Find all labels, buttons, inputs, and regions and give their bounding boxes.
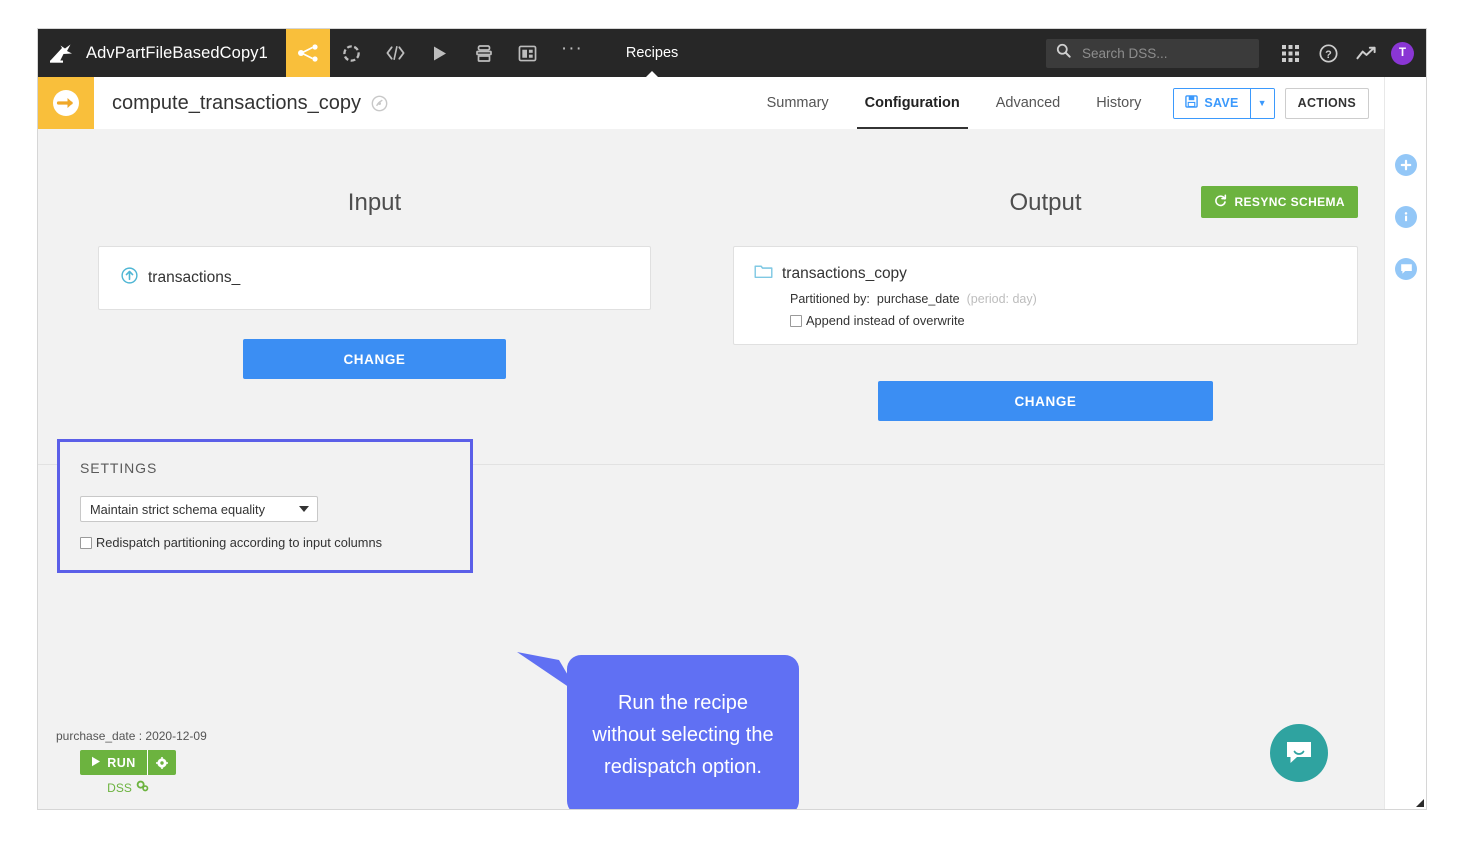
flow-icon[interactable]	[285, 29, 330, 77]
input-change-button[interactable]: CHANGE	[243, 339, 506, 379]
schema-mode-value: Maintain strict schema equality	[90, 501, 265, 517]
refresh-icon	[1214, 194, 1227, 210]
dashboards-icon[interactable]	[506, 29, 550, 77]
partition-value: purchase_date	[876, 292, 960, 306]
page-title: compute_transactions_copy	[112, 91, 362, 114]
output-dataset-card[interactable]: transactions_copy Partitioned by: purcha…	[733, 246, 1358, 345]
nav-section-recipes[interactable]: Recipes	[620, 29, 684, 78]
resync-schema-label: RESYNC SCHEMA	[1234, 195, 1345, 209]
recipe-tabs: Summary Configuration Advanced History	[749, 77, 1160, 129]
append-checkbox-label: Append instead of overwrite	[806, 313, 965, 328]
navbar-icon-group: ···	[285, 29, 594, 77]
project-name[interactable]: AdvPartFileBasedCopy1	[86, 44, 268, 63]
save-dropdown-caret[interactable]: ▼	[1249, 88, 1274, 118]
schema-mode-select[interactable]: Maintain strict schema equality	[80, 496, 318, 522]
input-dataset-card[interactable]: transactions_	[98, 246, 651, 310]
header-actions: SAVE ▼ ACTIONS	[1159, 87, 1385, 119]
top-navbar: AdvPartFileBasedCopy1 ··· Recipes Search…	[38, 29, 1426, 78]
engine-gears-icon	[136, 780, 149, 795]
resync-schema-button[interactable]: RESYNC SCHEMA	[1201, 186, 1358, 218]
add-plus-icon[interactable]	[1395, 154, 1417, 176]
recipe-status-icon[interactable]	[371, 95, 388, 112]
partition-period: (period: day)	[966, 292, 1037, 306]
info-icon[interactable]	[1395, 206, 1417, 228]
input-column: Input transactions_ CHANGE	[38, 129, 711, 421]
discussions-chat-icon[interactable]	[1395, 258, 1417, 280]
dataiku-bird-logo[interactable]	[38, 29, 84, 77]
redispatch-checkbox[interactable]	[80, 536, 92, 549]
input-heading: Input	[347, 189, 402, 216]
app-window: AdvPartFileBasedCopy1 ··· Recipes Search…	[37, 28, 1427, 810]
append-checkbox-row[interactable]: Append instead of overwrite	[790, 313, 1339, 328]
output-change-wrapper: CHANGE	[733, 381, 1358, 421]
run-settings-gear-icon[interactable]	[147, 750, 176, 775]
folder-dataset-icon	[754, 263, 773, 284]
search-icon	[1056, 43, 1071, 63]
navbar-right-group: ? T	[1046, 29, 1426, 77]
output-change-button[interactable]: CHANGE	[878, 381, 1213, 421]
apps-grid-icon[interactable]	[1271, 29, 1309, 77]
callout-bubble: Run the recipe without selecting the red…	[567, 655, 799, 809]
io-row: Input transactions_ CHANGE Output RESYNC…	[38, 129, 1384, 421]
save-button[interactable]: SAVE	[1174, 88, 1250, 118]
intercom-chat-icon[interactable]	[1270, 724, 1328, 782]
settings-title: SETTINGS	[80, 460, 158, 476]
output-column: Output RESYNC SCHEMA transactions_copy P…	[711, 129, 1384, 421]
redispatch-checkbox-label: Redispatch partitioning according to inp…	[96, 535, 382, 550]
right-rail	[1384, 77, 1426, 809]
jobs-play-icon[interactable]	[418, 29, 462, 77]
actions-button[interactable]: ACTIONS	[1284, 87, 1369, 119]
run-button[interactable]: RUN	[80, 750, 147, 775]
output-partition-line: Partitioned by: purchase_date (period: d…	[790, 292, 1339, 306]
tab-advanced[interactable]: Advanced	[978, 77, 1079, 129]
recipe-header: compute_transactions_copy Summary Config…	[38, 77, 1426, 130]
run-area: purchase_date : 2020-12-09 RUN DSS	[56, 729, 207, 795]
run-engine-row[interactable]: DSS	[80, 780, 176, 795]
lab-icon[interactable]	[330, 29, 374, 77]
input-dataset-upload-icon	[121, 267, 138, 289]
help-question-icon[interactable]: ?	[1309, 29, 1347, 77]
avatar[interactable]: T	[1391, 41, 1414, 65]
tab-history[interactable]: History	[1078, 77, 1159, 129]
run-button-label: RUN	[107, 755, 136, 770]
tab-configuration[interactable]: Configuration	[847, 77, 978, 129]
notebooks-icon[interactable]	[462, 29, 506, 77]
run-engine-label: DSS	[107, 780, 132, 795]
settings-panel: SETTINGS Maintain strict schema equality…	[57, 439, 473, 573]
trend-line-icon[interactable]	[1347, 29, 1385, 77]
save-button-group: SAVE ▼	[1173, 87, 1275, 119]
save-button-label: SAVE	[1204, 96, 1239, 110]
more-ellipsis-icon[interactable]: ···	[550, 29, 594, 81]
search-input[interactable]	[1080, 44, 1234, 62]
svg-text:?: ?	[1325, 48, 1332, 60]
nav-section-label-text: Recipes	[625, 45, 679, 61]
search-box[interactable]	[1046, 38, 1259, 68]
tab-summary[interactable]: Summary	[749, 77, 847, 129]
append-checkbox[interactable]	[790, 314, 802, 327]
sync-recipe-arrow-icon	[38, 77, 94, 129]
output-dataset-head: transactions_copy	[754, 263, 1339, 284]
recipe-configuration-body: Input transactions_ CHANGE Output RESYNC…	[38, 129, 1384, 809]
partition-label: Partitioned by:	[790, 292, 870, 306]
run-button-group: RUN	[80, 750, 176, 775]
code-icon[interactable]	[374, 29, 418, 77]
play-icon	[91, 756, 101, 770]
input-change-wrapper: CHANGE	[98, 339, 651, 379]
output-dataset-name: transactions_copy	[782, 264, 907, 282]
screenshot-root: AdvPartFileBasedCopy1 ··· Recipes Search…	[0, 0, 1466, 842]
input-dataset-name: transactions_	[148, 269, 241, 286]
floppy-save-icon	[1185, 95, 1199, 111]
redispatch-checkbox-row[interactable]: Redispatch partitioning according to inp…	[80, 535, 450, 550]
run-partition-text: purchase_date : 2020-12-09	[56, 729, 207, 743]
callout-text: Run the recipe without selecting the red…	[592, 692, 774, 778]
chevron-down-icon	[299, 506, 309, 512]
